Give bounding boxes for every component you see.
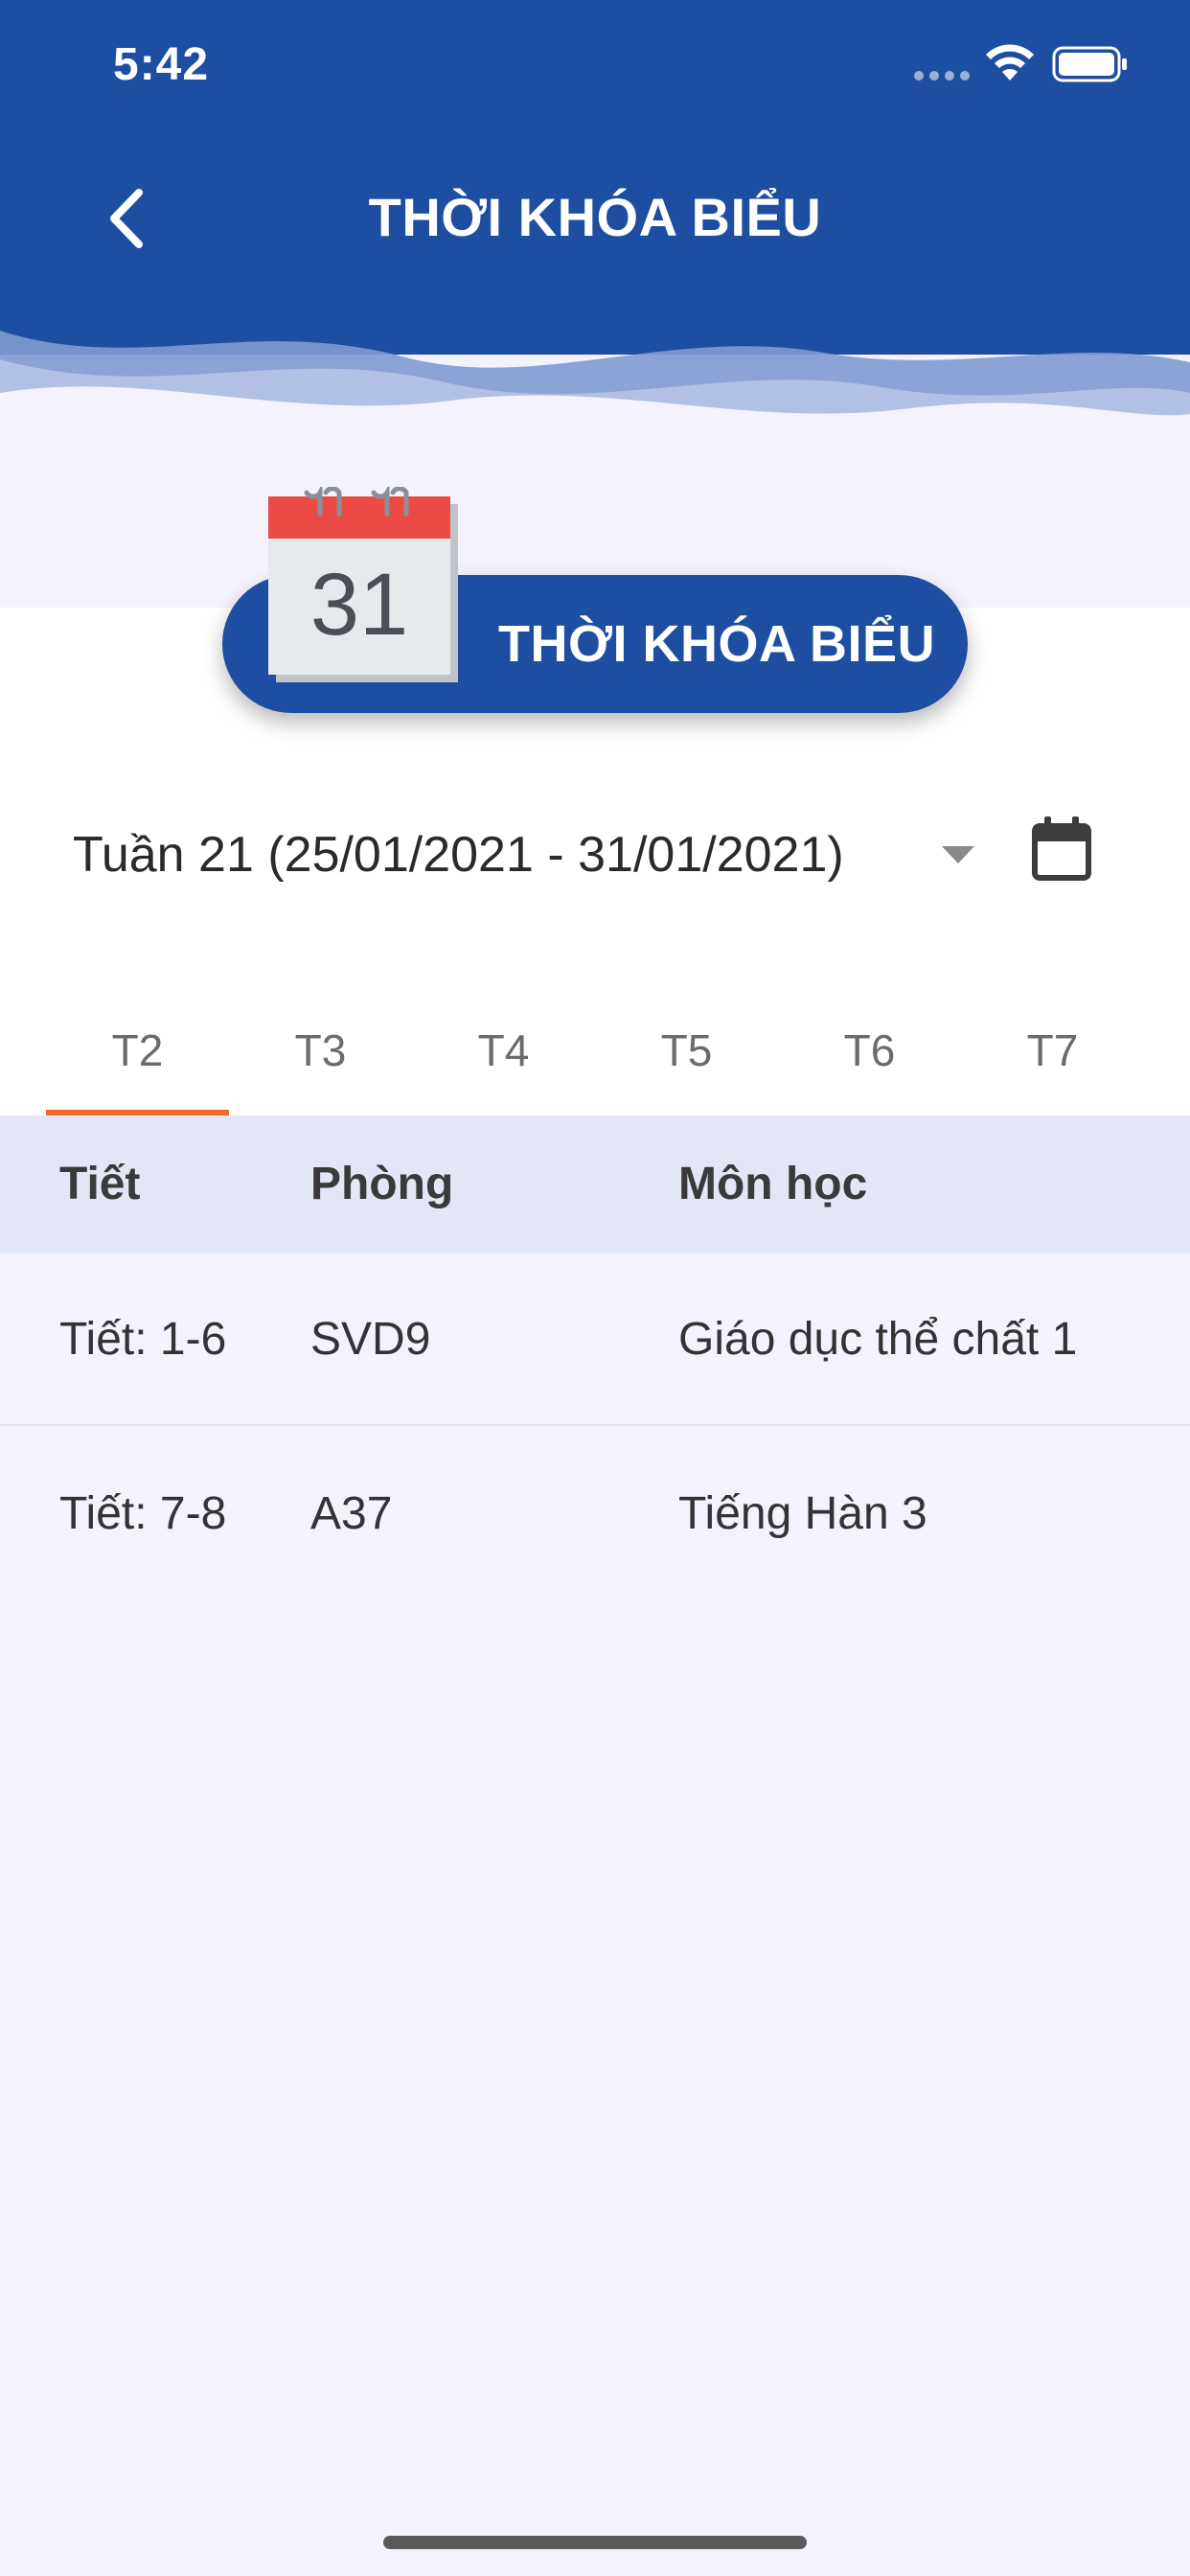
banner-label: THỜI KHÓA BIỂU — [498, 615, 936, 673]
table-header: Tiết Phòng Môn học — [0, 1116, 1190, 1254]
table-row[interactable]: Tiết: 7-8 A37 Tiếng Hàn 3 — [0, 1428, 1190, 1600]
wifi-icon — [986, 44, 1034, 80]
row-period: Tiết: 1-6 — [59, 1314, 227, 1365]
tab-t5[interactable]: T5 — [595, 997, 778, 1116]
home-indicator — [383, 2536, 807, 2549]
battery-icon — [1052, 46, 1127, 82]
tab-t2[interactable]: T2 — [46, 997, 229, 1116]
caret-down-icon[interactable] — [940, 843, 976, 866]
row-subject: Tiếng Hàn 3 — [678, 1488, 927, 1539]
row-room: SVD9 — [310, 1314, 431, 1365]
row-subject: Giáo dục thể chất 1 — [678, 1314, 1078, 1365]
page-title: THỜI KHÓA BIỂU — [368, 187, 822, 247]
calendar-day-number: 31 — [310, 556, 408, 654]
column-header-subject: Môn học — [678, 1159, 868, 1209]
tab-t7[interactable]: T7 — [961, 997, 1144, 1116]
tab-t6[interactable]: T6 — [778, 997, 961, 1116]
calendar-illustration-icon: 31 — [268, 487, 458, 682]
column-header-room: Phòng — [310, 1159, 454, 1209]
week-selector[interactable]: Tuần 21 (25/01/2021 - 31/01/2021) — [73, 816, 1098, 893]
status-time: 5:42 — [113, 39, 210, 90]
weekday-tabs: T2 T3 T4 T5 T6 T7 — [46, 997, 1144, 1116]
row-period: Tiết: 7-8 — [59, 1488, 227, 1539]
table-row[interactable]: Tiết: 1-6 SVD9 Giáo dục thể chất 1 — [0, 1254, 1190, 1426]
row-room: A37 — [310, 1488, 393, 1539]
tab-t3[interactable]: T3 — [229, 997, 412, 1116]
cellular-signal-icon — [914, 71, 970, 80]
app-header: 5:42 THỜI KHÓA BIỂU — [0, 0, 1190, 441]
calendar-icon[interactable] — [1031, 816, 1092, 882]
week-dropdown-value[interactable]: Tuần 21 (25/01/2021 - 31/01/2021) — [73, 826, 844, 884]
column-header-period: Tiết — [59, 1159, 141, 1209]
tab-t4[interactable]: T4 — [412, 997, 595, 1116]
